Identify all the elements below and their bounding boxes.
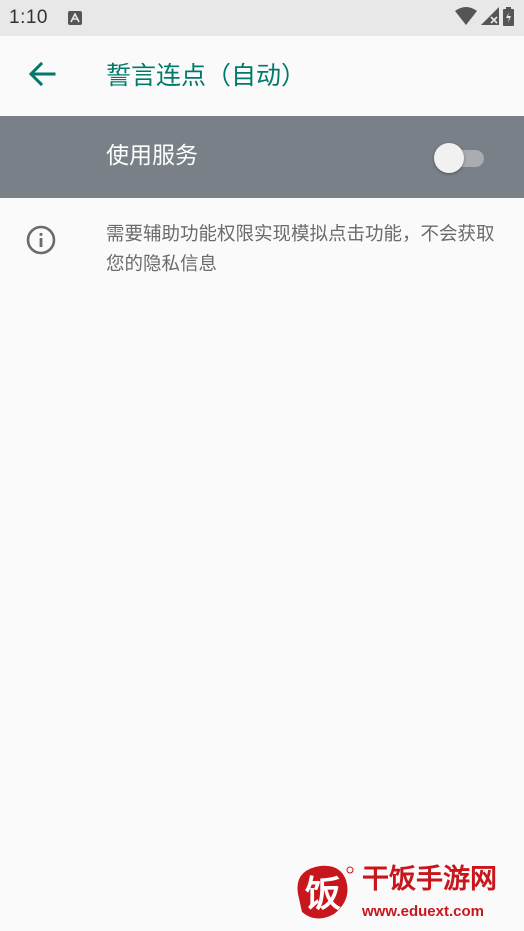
use-service-row[interactable]: 使用服务 <box>0 116 524 198</box>
back-button[interactable] <box>20 54 64 98</box>
app-bar: 誓言连点（自动） <box>0 36 524 116</box>
toggle-thumb <box>434 143 464 173</box>
info-icon <box>25 224 57 256</box>
watermark-logo: 饭 <box>290 860 356 924</box>
wifi-icon <box>455 7 477 29</box>
page-title: 誓言连点（自动） <box>106 61 307 90</box>
signal-icon <box>481 7 499 29</box>
status-bar: 1:10 <box>0 0 524 36</box>
a-notification-icon <box>67 11 82 25</box>
battery-icon <box>503 6 514 30</box>
status-icons <box>455 6 514 30</box>
info-row: 需要辅助功能权限实现模拟点击功能，不会获取您的隐私信息 <box>0 198 524 298</box>
watermark-url: www.eduext.com <box>362 903 484 920</box>
watermark-title: 干饭手游网 <box>362 864 497 895</box>
status-time: 1:10 <box>9 7 48 28</box>
svg-text:饭: 饭 <box>305 874 341 915</box>
watermark: 饭 干饭手游网 www.eduext.com <box>290 860 520 924</box>
use-service-toggle[interactable] <box>434 143 486 173</box>
info-description: 需要辅助功能权限实现模拟点击功能，不会获取您的隐私信息 <box>106 224 495 275</box>
arrow-back-icon <box>28 60 56 92</box>
use-service-label: 使用服务 <box>106 143 198 169</box>
